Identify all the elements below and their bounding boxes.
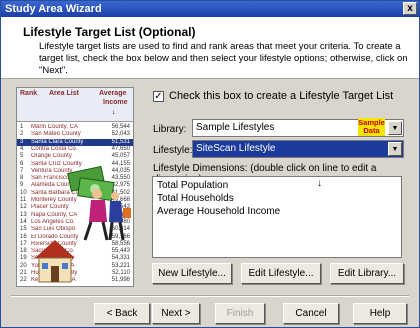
page-title: Lifestyle Target List (Optional) [23,25,196,39]
dimensions-list[interactable]: Total Population Total Households Averag… [152,176,402,258]
preview-area-cell: Santa Clara County [31,138,84,145]
preview-income-cell: 56,544 [111,124,130,130]
dimension-item[interactable]: Total Households [157,193,234,204]
lifestyle-select-value: SiteScan Lifestyle [196,143,276,154]
sort-arrow-icon: ↓ [112,109,116,116]
preview-income-cell: 53,221 [111,262,130,269]
dimension-item[interactable]: Total Population [157,180,228,191]
finish-button[interactable]: Finish [215,303,265,324]
close-button[interactable]: x [403,2,417,15]
edit-library-button[interactable]: Edit Library... [330,263,404,284]
checkbox-checkmark-icon: ✓ [154,91,163,102]
wizard-window: Study Area Wizard x Lifestyle Target Lis… [0,0,420,328]
wizard-header: Lifestyle Target List (Optional) Lifesty… [1,17,419,79]
preview-income-cell: 52,043 [111,131,130,138]
library-select-value: Sample Lifestyles [196,122,275,133]
footer-separator [11,295,409,297]
preview-table-header: Rank Area List Average Income ↓ [17,88,133,122]
lifestyle-select[interactable]: SiteScan Lifestyle ▼ [192,140,404,158]
page-description: Lifestyle target lists are used to find … [39,41,408,76]
mouse-cursor-icon: ↓ [317,178,322,189]
title-bar: Study Area Wizard x [1,1,419,17]
preview-income-cell: 52,110 [112,270,130,276]
create-target-list-label: Check this box to create a Lifestyle Tar… [169,90,394,102]
preview-area-cell: San Mateo County [31,131,81,138]
preview-table-row: 4 Contra Costa Co. 47,650 [17,146,133,153]
house-clipart-icon [35,240,75,283]
help-button[interactable]: Help [353,303,407,324]
preview-table: Rank Area List Average Income ↓ 1 Marin C… [16,87,134,287]
library-dropdown-arrow-icon[interactable]: ▼ [388,121,402,135]
lifestyle-dropdown-arrow-icon[interactable]: ▼ [388,142,402,156]
preview-col-rank: Rank [20,90,38,97]
preview-table-row: 3 Santa Clara County 51,531 [17,138,133,146]
sample-badge-line2: Data [363,126,380,135]
preview-area-cell: Contra Costa Co. [31,145,78,152]
sample-data-badge: Sample Data [358,118,385,136]
preview-col-area: Area List [49,90,79,97]
window-title: Study Area Wizard [5,3,102,15]
preview-table-row: 2 San Mateo County 52,043 [17,131,133,138]
preview-col-income: Income [103,99,128,106]
preview-income-cell: 54,331 [111,255,130,262]
preview-income-cell: 55,443 [111,248,130,255]
edit-lifestyle-button[interactable]: Edit Lifestyle... [241,263,321,284]
lifestyle-label: Lifestyle: [153,145,193,156]
back-button[interactable]: < Back [94,303,150,324]
preview-area-cell: Marin County, CA [31,124,78,130]
preview-income-cell: 51,531 [111,138,130,145]
preview-col-average: Average [99,90,127,97]
create-target-list-checkbox[interactable]: ✓ [153,91,164,102]
shoppers-clipart-icon [83,189,131,241]
library-label: Library: [153,124,187,135]
new-lifestyle-button[interactable]: New Lifestyle... [152,263,232,284]
next-button[interactable]: Next > [152,303,200,324]
preview-income-cell: 51,998 [111,277,130,284]
dimension-item[interactable]: Average Household Income [157,206,280,217]
cancel-button[interactable]: Cancel [283,303,339,324]
preview-income-cell: 47,650 [111,145,130,152]
preview-table-row: 1 Marin County, CA 56,544 [17,124,133,131]
